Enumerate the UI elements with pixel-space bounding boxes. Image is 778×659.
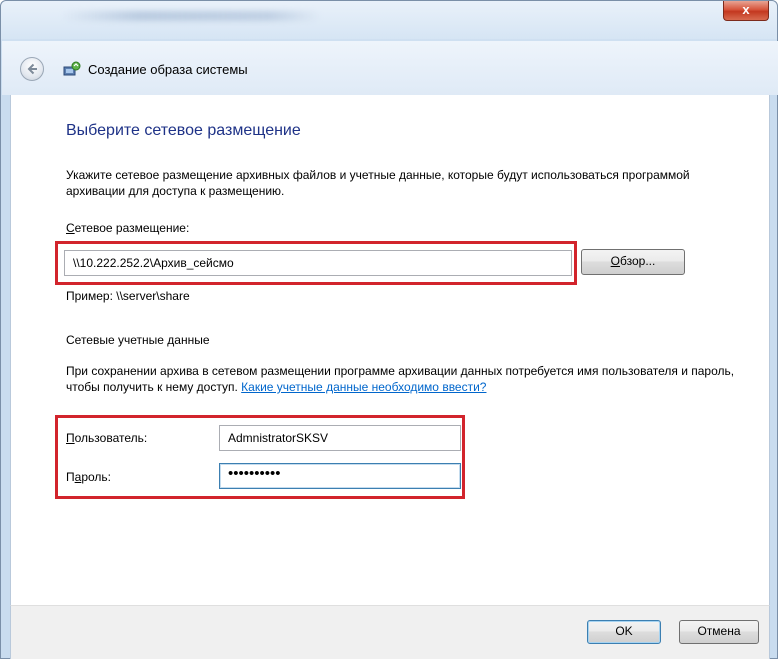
password-input[interactable]: •••••••••• bbox=[219, 463, 461, 489]
username-input[interactable]: AdmnistratorSKSV bbox=[219, 425, 461, 451]
credentials-description: При сохранении архива в сетевом размещен… bbox=[66, 363, 746, 395]
blurred-window-title bbox=[61, 11, 321, 21]
password-label-text: роль: bbox=[81, 470, 111, 484]
back-button[interactable] bbox=[20, 57, 44, 81]
credentials-section-label: Сетевые учетные данные bbox=[66, 333, 210, 347]
wizard-content: Выберите сетевое размещение Укажите сете… bbox=[10, 95, 770, 605]
password-label: Пароль: bbox=[66, 470, 111, 484]
close-button[interactable]: x bbox=[723, 1, 769, 21]
backup-app-icon bbox=[63, 61, 81, 76]
back-arrow-icon bbox=[27, 63, 37, 75]
browse-accelerator: О bbox=[610, 254, 620, 268]
browse-button[interactable]: Обзор... bbox=[581, 249, 685, 275]
network-location-label: Сетевое размещение: bbox=[66, 221, 189, 235]
navigation-header: Создание образа системы bbox=[2, 41, 778, 95]
page-description: Укажите сетевое размещение архивных файл… bbox=[66, 168, 690, 198]
dialog-footer: OK Отмена bbox=[10, 605, 770, 659]
username-label-text: ользователь: bbox=[74, 431, 148, 445]
password-label-pre: П bbox=[66, 470, 75, 484]
wizard-title: Создание образа системы bbox=[88, 62, 248, 77]
ok-button[interactable]: OK bbox=[587, 620, 661, 644]
network-location-label-text: етевое размещение: bbox=[74, 221, 190, 235]
network-location-accelerator: С bbox=[66, 221, 75, 235]
page-heading: Выберите сетевое размещение bbox=[66, 122, 301, 139]
path-example: Пример: \\server\share bbox=[66, 289, 190, 303]
cancel-button[interactable]: Отмена bbox=[679, 620, 759, 644]
credentials-help-link[interactable]: Какие учетные данные необходимо ввести? bbox=[241, 380, 486, 394]
network-location-input[interactable]: \\10.222.252.2\Архив_сейсмо bbox=[64, 250, 572, 276]
title-bar: x bbox=[1, 1, 777, 39]
browse-label: бзор... bbox=[620, 254, 656, 268]
dialog-window: x Создание образа системы Выберите сетев… bbox=[0, 0, 778, 659]
username-label: Пользователь: bbox=[66, 431, 147, 445]
username-accelerator: П bbox=[66, 431, 75, 445]
